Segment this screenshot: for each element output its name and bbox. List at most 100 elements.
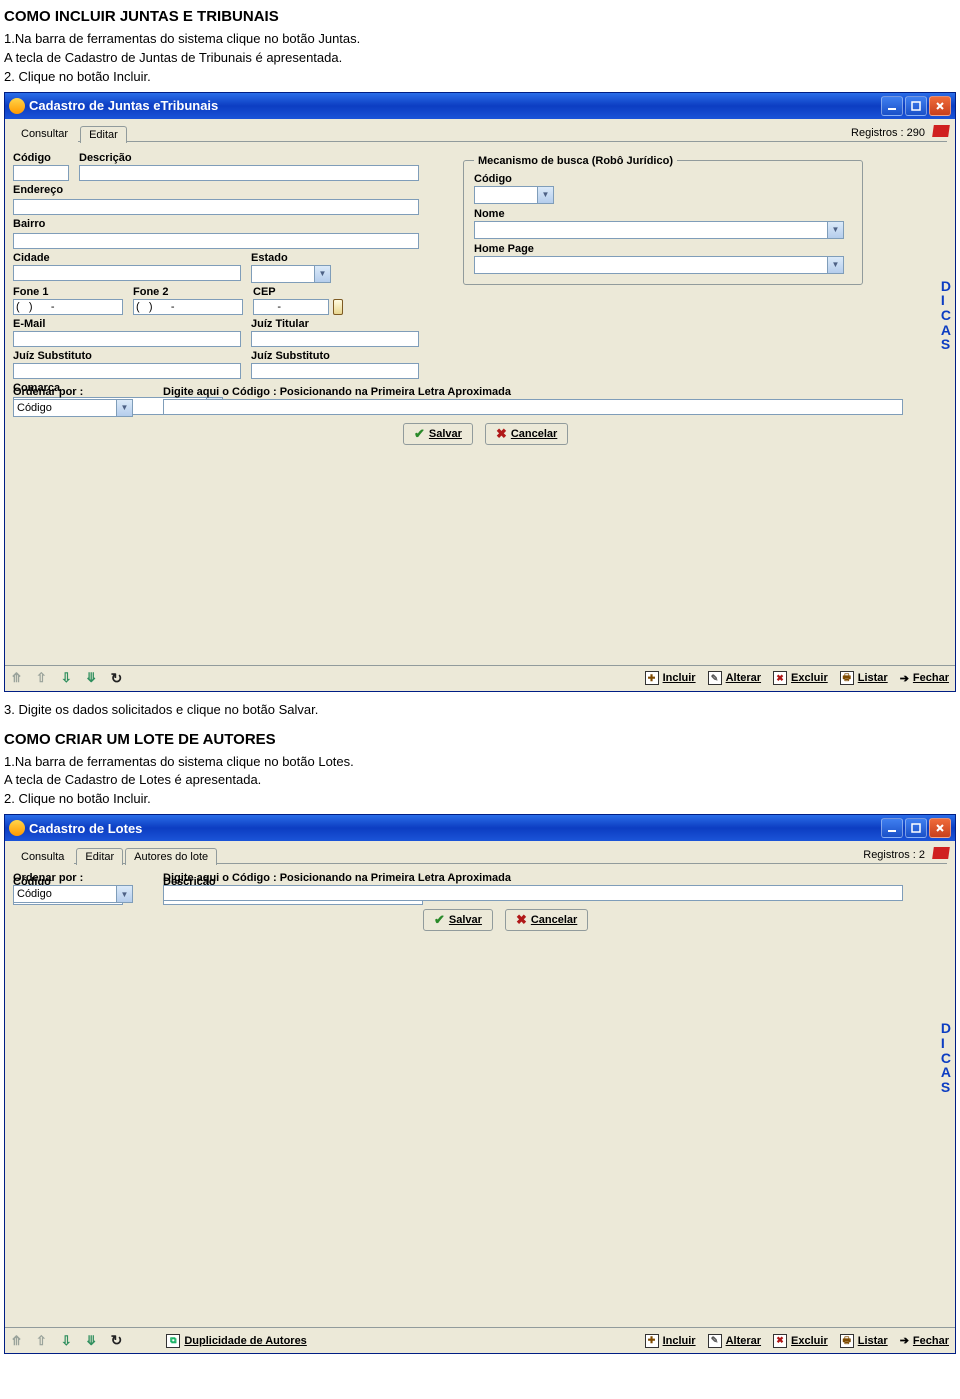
label-homepage: Home Page [474, 243, 852, 255]
tab-editar[interactable]: Editar [80, 126, 127, 143]
label-ordenar: Ordenar por : [13, 386, 133, 398]
alterar-button[interactable]: ✎Alterar [708, 671, 761, 685]
cancelar-button[interactable]: ✖Cancelar [505, 909, 588, 931]
juiz-sub2-input[interactable] [251, 363, 419, 379]
tab-editar[interactable]: Editar [76, 848, 123, 865]
address-lookup-icon[interactable] [333, 299, 343, 315]
label-nome: Nome [474, 208, 852, 220]
duplicidade-button[interactable]: ⧉Duplicidade de Autores [166, 1334, 306, 1348]
nav-refresh-icon[interactable]: ↻ [111, 1332, 123, 1349]
maximize-button[interactable] [905, 96, 927, 116]
registros-count: Registros : 290 [851, 127, 925, 139]
label-cidade: Cidade [13, 252, 241, 264]
salvar-button[interactable]: ✔Salvar [403, 423, 473, 445]
close-button[interactable] [929, 96, 951, 116]
fechar-button[interactable]: ➔Fechar [900, 671, 949, 685]
titlebar: Cadastro de Lotes [5, 815, 955, 841]
nav-refresh-icon[interactable]: ↻ [111, 670, 123, 687]
tab-autores[interactable]: Autores do lote [125, 848, 217, 865]
excluir-icon: ✖ [773, 1334, 787, 1348]
ordenar-select[interactable]: Código▼ [13, 885, 133, 903]
minimize-button[interactable] [881, 96, 903, 116]
homepage-select[interactable]: ▼ [474, 256, 844, 274]
cep-input[interactable] [253, 299, 329, 315]
footer-label: Alterar [726, 672, 761, 684]
app-icon [9, 820, 25, 836]
label-codigo: Código [13, 152, 69, 164]
nav-prev-icon[interactable]: ⇧ [36, 670, 47, 686]
footer-label: Listar [858, 672, 888, 684]
tab-consulta[interactable]: Consulta [13, 849, 74, 865]
dicas-letter: I [941, 293, 951, 308]
alterar-button[interactable]: ✎ Alterar [708, 1334, 761, 1348]
label-juiz-sub2: Juíz Substituto [251, 350, 419, 362]
excluir-button[interactable]: ✖Excluir [773, 1334, 828, 1348]
incluir-button[interactable]: ✚Incluir [645, 671, 696, 685]
pin-icon[interactable] [932, 847, 950, 859]
alterar-icon: ✎ [708, 1334, 722, 1348]
dicas-letter: A [941, 1065, 951, 1080]
fechar-button[interactable]: ➔Fechar [900, 1334, 949, 1348]
mec-codigo-select[interactable]: ▼ [474, 186, 554, 204]
juiz-titular-input[interactable] [251, 331, 419, 347]
dicas-sidebar[interactable]: D I C A S [941, 279, 951, 352]
fone2-input[interactable] [133, 299, 243, 315]
dicas-letter: D [941, 279, 951, 294]
nav-next-icon[interactable]: ⇩ [61, 670, 72, 686]
tabs: Consultar Editar [13, 125, 947, 142]
endereco-input[interactable] [13, 199, 419, 215]
salvar-button[interactable]: ✔Salvar [423, 909, 493, 931]
incluir-icon: ✚ [645, 671, 659, 685]
incluir-icon: ✚ [645, 1334, 659, 1348]
nav-last-icon[interactable]: ⤋ [86, 670, 97, 686]
cidade-input[interactable] [13, 265, 241, 281]
nav-first-icon[interactable]: ⤊ [11, 670, 22, 686]
listar-icon: 🖶 [840, 671, 854, 685]
minimize-button[interactable] [881, 818, 903, 838]
step-text: 2. Clique no botão Incluir. [4, 791, 960, 808]
digite-input[interactable] [163, 885, 903, 901]
window-lotes: Cadastro de Lotes Consulta Editar Autore… [4, 814, 956, 1354]
nav-last-icon[interactable]: ⤋ [86, 1333, 97, 1349]
close-button[interactable] [929, 818, 951, 838]
ordenar-select[interactable]: Código▼ [13, 399, 133, 417]
incluir-button[interactable]: ✚ Incluir [645, 1334, 696, 1348]
window-title: Cadastro de Juntas eTribunais [29, 98, 218, 113]
label-fone1: Fone 1 [13, 286, 123, 298]
footer-label: Alterar [726, 1335, 761, 1347]
nome-select[interactable]: ▼ [474, 221, 844, 239]
bairro-input[interactable] [13, 233, 419, 249]
footer-label: Excluir [791, 672, 828, 684]
footer-label: Incluir [663, 1335, 696, 1347]
email-input[interactable] [13, 331, 241, 347]
excluir-button[interactable]: ✖ Excluir [773, 671, 828, 685]
listar-button[interactable]: 🖶 Listar [840, 671, 888, 685]
ordenar-value: Código [14, 402, 116, 414]
nav-first-icon[interactable]: ⤊ [11, 1333, 22, 1349]
window-juntas: Cadastro de Juntas eTribunais Consultar … [4, 92, 956, 692]
maximize-button[interactable] [905, 818, 927, 838]
cancelar-button[interactable]: ✖Cancelar [485, 423, 568, 445]
juiz-sub1-input[interactable] [13, 363, 241, 379]
descricao-input[interactable] [79, 165, 419, 181]
nav-next-icon[interactable]: ⇩ [61, 1333, 72, 1349]
pin-icon[interactable] [932, 125, 950, 137]
excluir-icon: ✖ [773, 671, 787, 685]
window-title: Cadastro de Lotes [29, 821, 142, 836]
codigo-input[interactable] [13, 165, 69, 181]
nav-prev-icon[interactable]: ⇧ [36, 1333, 47, 1349]
section-heading-1: COMO INCLUIR JUNTAS E TRIBUNAIS [4, 8, 960, 25]
dicas-letter: S [941, 337, 951, 352]
dicas-letter: I [941, 1036, 951, 1051]
tab-consultar[interactable]: Consultar [13, 126, 78, 142]
fone1-input[interactable] [13, 299, 123, 315]
listar-button[interactable]: 🖶Listar [840, 1334, 888, 1348]
footer-label: Listar [858, 1335, 888, 1347]
estado-select[interactable]: ▼ [251, 265, 331, 283]
label-juiz-titular: Juíz Titular [251, 318, 419, 330]
label-ordenar: Ordenar por : [13, 872, 133, 884]
label-digite: Digite aqui o Código : Posicionando na P… [163, 386, 947, 398]
dicas-sidebar[interactable]: D I C A S [941, 1021, 951, 1094]
digite-input[interactable] [163, 399, 903, 415]
dicas-letter: S [941, 1080, 951, 1095]
